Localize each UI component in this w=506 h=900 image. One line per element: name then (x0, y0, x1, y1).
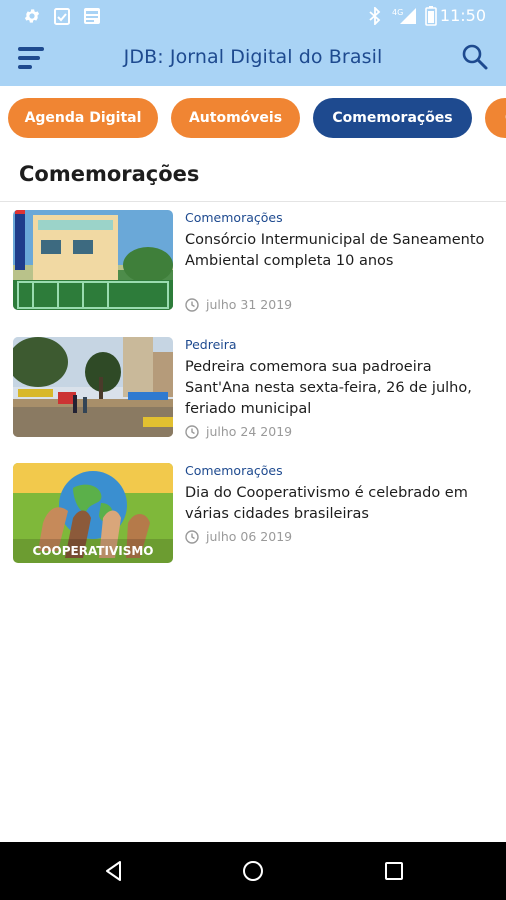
section-header: Comemorações (0, 148, 506, 202)
signal-icon: 4G (392, 6, 418, 26)
article-category: Pedreira (185, 337, 237, 352)
chip-agenda-digital[interactable]: Agenda Digital (8, 98, 158, 138)
clipboard-check-icon (52, 6, 72, 26)
article-date: julho 06 2019 (185, 529, 292, 544)
status-bar: 4G 11:50 (0, 0, 506, 32)
article-category: Comemorações (185, 210, 283, 225)
article-date-text: julho 24 2019 (206, 424, 293, 439)
category-chips: Agenda Digital Automóveis Comemorações C (0, 86, 506, 148)
app-bar: 4G 11:50 JDB: Jornal Digital do Brasil (0, 0, 506, 86)
chip-automoveis[interactable]: Automóveis (171, 98, 300, 138)
chip-next[interactable]: C (485, 98, 506, 138)
article-title: Pedreira comemora sua padroeira Sant'Ana… (185, 359, 472, 417)
article-date-text: julho 06 2019 (206, 529, 293, 544)
article-item[interactable]: Comemorações Consórcio Intermunicipal de… (0, 210, 506, 330)
article-title: Dia do Cooperativismo é celebrado em vár… (185, 485, 468, 522)
app-title: JDB: Jornal Digital do Brasil (123, 46, 383, 68)
recents-icon[interactable] (382, 859, 406, 883)
news-icon (82, 6, 102, 26)
clock-icon (185, 424, 199, 439)
back-icon[interactable] (102, 859, 126, 883)
article-item[interactable]: COOPERATIVISMO Comemorações Dia do Coope… (0, 463, 506, 583)
settings-icon (22, 6, 42, 26)
clock-icon (185, 297, 199, 312)
article-date: julho 31 2019 (185, 297, 292, 312)
article-date: julho 24 2019 (185, 424, 292, 439)
toolbar: JDB: Jornal Digital do Brasil (0, 32, 506, 86)
clock-icon (185, 529, 199, 544)
network-label: 4G (392, 8, 403, 17)
article-thumbnail (13, 337, 173, 437)
section-title: Comemorações (19, 162, 200, 186)
article-item[interactable]: Pedreira Pedreira comemora sua padroeira… (0, 337, 506, 457)
chip-comemoracoes[interactable]: Comemorações (313, 98, 472, 138)
article-category: Comemorações (185, 463, 283, 478)
thumbnail-caption: COOPERATIVISMO (33, 544, 154, 558)
article-thumbnail (13, 210, 173, 310)
article-date-text: julho 31 2019 (206, 297, 293, 312)
search-icon[interactable] (460, 42, 490, 72)
home-icon[interactable] (241, 859, 265, 883)
article-title: Consórcio Intermunicipal de Saneamento A… (185, 232, 485, 269)
system-nav-bar (0, 842, 506, 900)
status-time: 11:50 (439, 6, 486, 25)
battery-icon (421, 6, 441, 26)
article-thumbnail: COOPERATIVISMO (13, 463, 173, 563)
bluetooth-icon (365, 6, 385, 26)
